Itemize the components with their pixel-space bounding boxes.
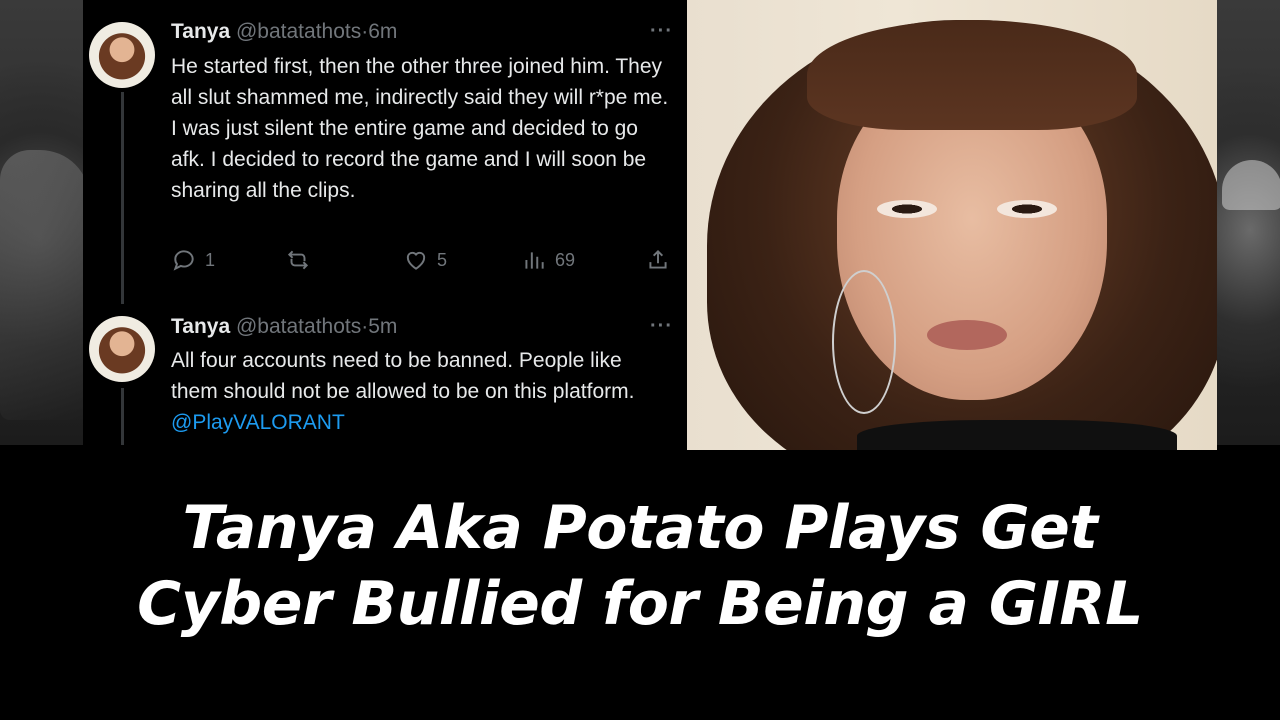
user-handle[interactable]: @batatathots — [236, 315, 361, 338]
headline-line-1: Tanya Aka Potato Plays Get — [182, 493, 1098, 563]
tweet-text: He started first, then the other three j… — [171, 55, 669, 202]
profile-photo — [687, 0, 1217, 450]
tweet[interactable]: Tanya @batatathots·5m ··· All four accou… — [83, 300, 687, 445]
timestamp[interactable]: 5m — [368, 315, 397, 338]
photo-bangs — [807, 20, 1137, 130]
heart-icon — [406, 251, 426, 270]
tweet-header: Tanya @batatathots·6m — [171, 20, 397, 44]
tweet-header: Tanya @batatathots·5m — [171, 315, 397, 339]
soldier-silhouette — [0, 150, 90, 420]
tweet-screenshot: Tanya @batatathots·6m ··· He started fir… — [83, 0, 687, 445]
views-button[interactable]: 69 — [521, 247, 575, 273]
reply-icon — [173, 250, 194, 271]
display-name[interactable]: Tanya — [171, 20, 230, 43]
timestamp[interactable]: 6m — [368, 20, 397, 43]
headline-line-2: Cyber Bullied for Being a GIRL — [137, 569, 1143, 639]
mention-link[interactable]: @PlayVALORANT — [171, 411, 345, 434]
tweet-text-content: All four accounts need to be banned. Peo… — [171, 349, 635, 403]
headline: Tanya Aka Potato Plays Get Cyber Bullied… — [0, 490, 1280, 642]
retweet-button[interactable] — [285, 247, 319, 273]
more-options-icon[interactable]: ··· — [650, 315, 673, 338]
more-options-icon[interactable]: ··· — [650, 20, 673, 43]
tweet-text: All four accounts need to be banned. Peo… — [171, 345, 671, 438]
reply-button[interactable]: 1 — [171, 247, 215, 273]
display-name[interactable]: Tanya — [171, 315, 230, 338]
views-count: 69 — [555, 249, 576, 270]
photo-lips — [927, 320, 1007, 350]
photo-earring — [832, 270, 896, 414]
photo-shirt — [857, 420, 1177, 450]
like-count: 5 — [437, 249, 448, 270]
like-button[interactable]: 5 — [403, 247, 447, 273]
avatar[interactable] — [89, 316, 155, 382]
tweet[interactable]: Tanya @batatathots·6m ··· He started fir… — [83, 0, 687, 300]
views-icon — [525, 252, 544, 269]
photo-eye — [877, 200, 937, 218]
photo-eye — [997, 200, 1057, 218]
tweet-actions: 1 5 69 — [171, 247, 671, 277]
avatar[interactable] — [89, 22, 155, 88]
share-icon — [649, 249, 667, 269]
user-handle[interactable]: @batatathots — [236, 20, 361, 43]
share-button[interactable] — [645, 247, 671, 273]
reply-count: 1 — [205, 249, 216, 270]
retweet-icon — [287, 250, 309, 270]
parachute-silhouette — [1222, 160, 1280, 210]
